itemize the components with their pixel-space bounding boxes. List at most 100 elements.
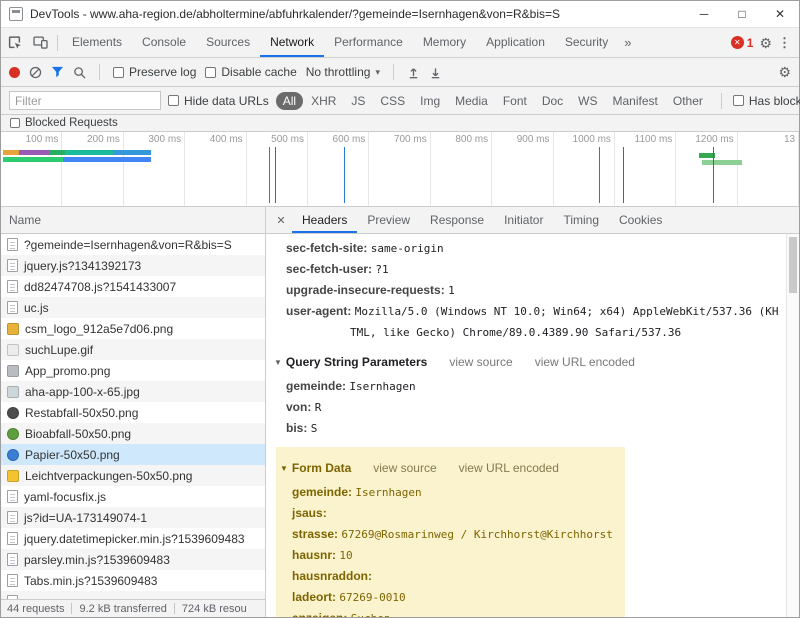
- resource-type-filter[interactable]: WS: [571, 92, 604, 110]
- error-badge[interactable]: ✕ 1: [731, 36, 754, 50]
- filter-input[interactable]: [9, 91, 161, 110]
- resource-type-filter[interactable]: Manifest: [606, 92, 665, 110]
- header-name: sec-fetch-site: [286, 241, 371, 255]
- details-scrollbar[interactable]: [786, 234, 799, 617]
- network-settings-gear-icon[interactable]: ⚙: [778, 65, 791, 79]
- details-tab[interactable]: Headers: [292, 207, 357, 233]
- clear-button[interactable]: [29, 66, 42, 79]
- close-details-icon[interactable]: ✕: [270, 214, 292, 227]
- panel-tab[interactable]: Sources: [196, 28, 260, 57]
- request-row[interactable]: Papier-50x50.png: [1, 444, 265, 465]
- details-tab[interactable]: Cookies: [609, 207, 672, 233]
- timeline-overview[interactable]: 100 ms 200 ms 300 ms 400 ms 500 ms 600 m…: [1, 132, 799, 207]
- device-toolbar-icon: [33, 36, 48, 49]
- disclosure-triangle-icon[interactable]: ▼: [280, 464, 288, 473]
- panel-tab[interactable]: Memory: [413, 28, 476, 57]
- param-name: gemeinde: [286, 379, 349, 393]
- filter-toggle-button[interactable]: [51, 66, 64, 78]
- header-line: user-agentMozilla/5.0 (Windows NT 10.0; …: [286, 301, 779, 343]
- param-value: S: [311, 422, 318, 435]
- maximize-button[interactable]: □: [723, 1, 761, 27]
- view-source-link[interactable]: view source: [373, 461, 436, 475]
- panel-tab[interactable]: Network: [260, 28, 324, 57]
- request-row[interactable]: jquery.js?1341392173: [1, 255, 265, 276]
- request-row[interactable]: aha-app-100-x-65.jpg: [1, 381, 265, 402]
- main-menu-icon[interactable]: ⋮: [778, 36, 791, 49]
- request-row[interactable]: csm_logo_912a5e7d06.png: [1, 318, 265, 339]
- details-tab[interactable]: Response: [420, 207, 494, 233]
- inspect-element-button[interactable]: [1, 30, 27, 56]
- resource-type-filter[interactable]: Img: [413, 92, 447, 110]
- section-title[interactable]: Form Data: [292, 461, 351, 475]
- has-blocked-cookies-checkbox[interactable]: Has blocked cookies: [733, 94, 800, 108]
- disclosure-triangle-icon[interactable]: ▼: [274, 358, 282, 367]
- details-tab[interactable]: Initiator: [494, 207, 553, 233]
- details-tab-bar: ✕ Headers Preview Response Initiator Tim…: [266, 207, 799, 234]
- disable-cache-checkbox[interactable]: Disable cache: [205, 65, 296, 79]
- request-row[interactable]: js?id=UA-173149074-1: [1, 507, 265, 528]
- panel-tab[interactable]: Security: [555, 28, 618, 57]
- view-url-encoded-link[interactable]: view URL encoded: [535, 355, 635, 369]
- divider: [721, 93, 722, 109]
- resource-icon: [7, 574, 18, 587]
- panel-tab[interactable]: Elements: [62, 28, 132, 57]
- request-row[interactable]: ?gemeinde=Isernhagen&von=R&bis=S: [1, 234, 265, 255]
- details-tab[interactable]: Timing: [553, 207, 609, 233]
- resource-icon: [7, 365, 19, 377]
- window-title: DevTools - www.aha-region.de/abholtermin…: [30, 7, 685, 21]
- param-value: R: [315, 401, 322, 414]
- preserve-log-checkbox[interactable]: Preserve log: [113, 65, 196, 79]
- panel-tab[interactable]: Application: [476, 28, 555, 57]
- resource-type-filter[interactable]: XHR: [304, 92, 343, 110]
- request-row[interactable]: Leichtverpackungen-50x50.png: [1, 465, 265, 486]
- header-line: sec-fetch-sitesame-origin: [286, 238, 779, 259]
- form-data-section-header: ▼ Form Data view source view URL encoded: [280, 458, 613, 479]
- request-row[interactable]: jquery.datetimepicker.min.js?1539609483: [1, 528, 265, 549]
- device-toolbar-button[interactable]: [27, 30, 53, 56]
- details-tab[interactable]: Preview: [357, 207, 420, 233]
- record-button[interactable]: [9, 67, 20, 78]
- resource-type-filter[interactable]: CSS: [373, 92, 412, 110]
- scrollbar-thumb[interactable]: [789, 237, 797, 293]
- view-source-link[interactable]: view source: [449, 355, 512, 369]
- resource-type-filter[interactable]: Doc: [535, 92, 570, 110]
- request-name: Leichtverpackungen-50x50.png: [25, 469, 192, 483]
- section-title[interactable]: Query String Parameters: [286, 355, 427, 369]
- request-name: Papier-50x50.png: [25, 448, 120, 462]
- resource-type-filter[interactable]: All: [276, 92, 303, 110]
- throttling-select[interactable]: No throttling ▾: [306, 65, 380, 79]
- request-row[interactable]: App_promo.png: [1, 360, 265, 381]
- hide-data-urls-checkbox[interactable]: Hide data URLs: [168, 94, 269, 108]
- request-row[interactable]: yaml-focusfix.js: [1, 486, 265, 507]
- blocked-requests-checkbox[interactable]: Blocked Requests: [10, 117, 118, 129]
- resource-icon: [7, 532, 18, 545]
- request-row[interactable]: uc.js: [1, 297, 265, 318]
- more-tabs-button[interactable]: »: [618, 35, 637, 50]
- request-row[interactable]: dd82474708.js?1541433007: [1, 276, 265, 297]
- resource-type-filter[interactable]: Other: [666, 92, 710, 110]
- clear-icon: [29, 66, 42, 79]
- network-toolbar: Preserve log Disable cache No throttling…: [1, 58, 799, 87]
- name-column-header[interactable]: Name: [1, 207, 265, 234]
- inspect-icon: [7, 35, 22, 50]
- request-name: Restabfall-50x50.png: [25, 406, 138, 420]
- export-har-button[interactable]: [429, 66, 442, 79]
- request-row[interactable]: [1, 591, 265, 599]
- view-url-encoded-link[interactable]: view URL encoded: [459, 461, 559, 475]
- minimize-button[interactable]: ─: [685, 1, 723, 27]
- request-row[interactable]: Tabs.min.js?1539609483: [1, 570, 265, 591]
- close-button[interactable]: ✕: [761, 1, 799, 27]
- search-button[interactable]: [73, 66, 86, 79]
- request-row[interactable]: Restabfall-50x50.png: [1, 402, 265, 423]
- request-row[interactable]: suchLupe.gif: [1, 339, 265, 360]
- import-har-button[interactable]: [407, 66, 420, 79]
- settings-gear-icon[interactable]: ⚙: [759, 36, 772, 50]
- request-row[interactable]: parsley.min.js?1539609483: [1, 549, 265, 570]
- resource-type-filter[interactable]: Media: [448, 92, 495, 110]
- panel-tab[interactable]: Console: [132, 28, 196, 57]
- resource-type-filter[interactable]: Font: [496, 92, 534, 110]
- param-value: 67269-0010: [339, 591, 405, 604]
- resource-type-filter[interactable]: JS: [344, 92, 372, 110]
- panel-tab[interactable]: Performance: [324, 28, 413, 57]
- request-row[interactable]: Bioabfall-50x50.png: [1, 423, 265, 444]
